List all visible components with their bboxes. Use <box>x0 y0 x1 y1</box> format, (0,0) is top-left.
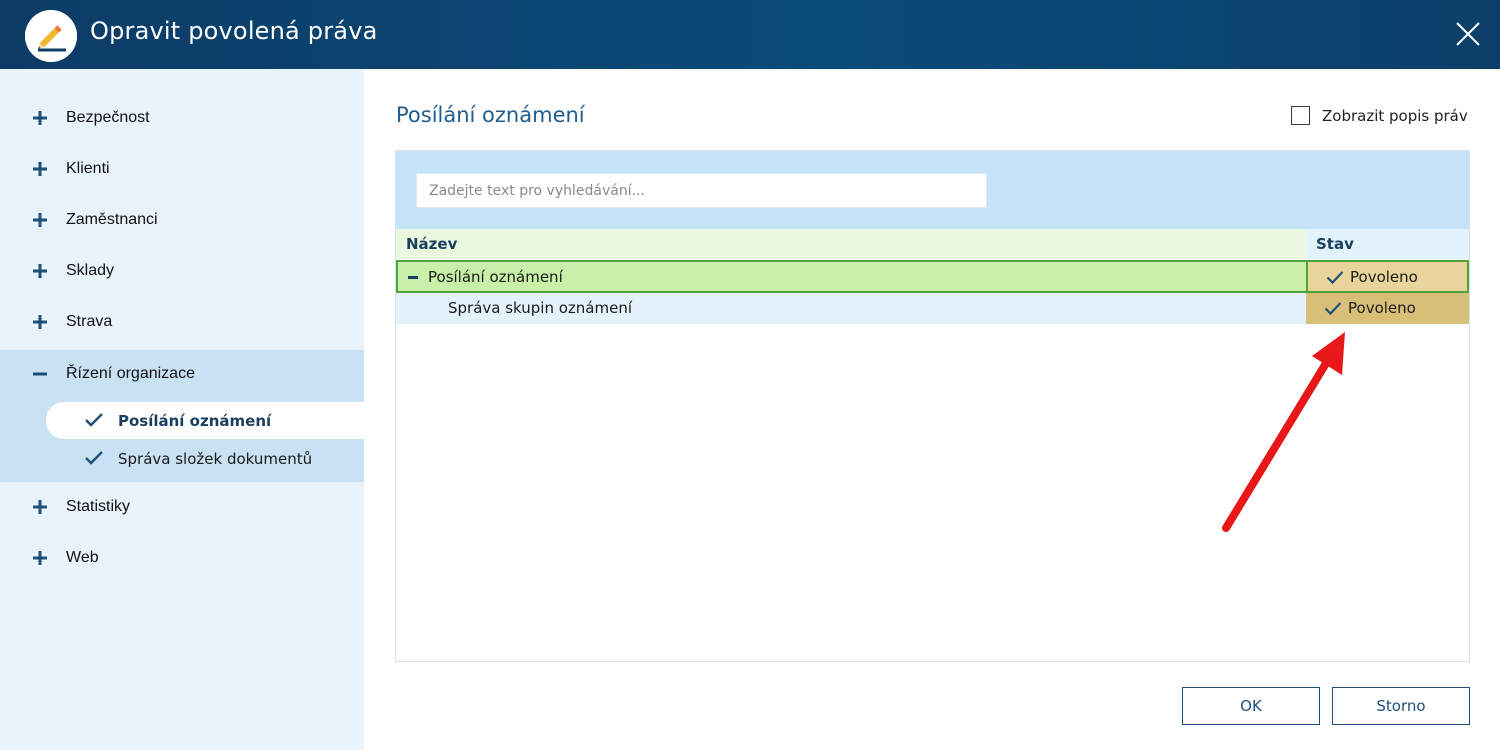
sidebar-item-label: Web <box>66 549 99 566</box>
plus-icon <box>33 551 47 565</box>
rights-grid: Název Stav Posílání oznámení Povoleno Sp… <box>395 150 1470 662</box>
sidebar-item-label: Klienti <box>66 160 110 177</box>
ok-button[interactable]: OK <box>1182 687 1320 725</box>
plus-icon <box>33 315 47 329</box>
sidebar: Bezpečnost Klienti Zaměstnanci Sklady St… <box>0 69 364 750</box>
sidebar-subitem-posilani-oznameni[interactable]: Posílání oznámení <box>46 402 364 439</box>
checkmark-icon <box>1326 271 1344 285</box>
pencil-icon <box>25 10 77 62</box>
column-header-label: Stav <box>1316 235 1354 253</box>
sidebar-item-label: Sklady <box>66 262 115 279</box>
close-icon[interactable] <box>1448 14 1488 54</box>
sidebar-item-label: Řízení organizace <box>66 365 195 382</box>
cancel-button[interactable]: Storno <box>1332 687 1470 725</box>
plus-icon <box>33 264 47 278</box>
column-header-label: Název <box>406 235 458 253</box>
checkmark-icon <box>85 413 103 427</box>
plus-icon <box>33 213 47 227</box>
title-bar: Opravit povolená práva <box>0 0 1500 69</box>
sidebar-item-bezpecnost[interactable]: Bezpečnost <box>0 94 364 145</box>
sidebar-item-label: Strava <box>66 313 113 330</box>
table-row[interactable]: Posílání oznámení Povoleno <box>396 260 1469 293</box>
row-name: Posílání oznámení <box>428 268 563 286</box>
sidebar-item-label: Statistiky <box>66 498 131 515</box>
table-row[interactable]: Správa skupin oznámení Povoleno <box>396 293 1469 324</box>
show-description-checkbox[interactable] <box>1291 106 1310 125</box>
sidebar-item-statistiky[interactable]: Statistiky <box>0 483 364 534</box>
column-header-name[interactable]: Název <box>396 229 1306 259</box>
checkmark-icon <box>1324 302 1342 316</box>
minus-icon <box>33 372 47 376</box>
sidebar-item-web[interactable]: Web <box>0 534 364 585</box>
status-text: Povoleno <box>1350 268 1418 286</box>
row-name: Správa skupin oznámení <box>448 299 633 317</box>
sidebar-item-strava[interactable]: Strava <box>0 298 364 349</box>
show-description-label[interactable]: Zobrazit popis práv <box>1322 107 1468 125</box>
sidebar-subitem-sprava-slozek[interactable]: Správa složek dokumentů <box>46 440 364 477</box>
checkmark-icon <box>85 451 103 465</box>
name-cell: Posílání oznámení <box>396 260 1306 293</box>
search-band <box>396 151 1469 229</box>
minus-icon[interactable] <box>408 276 418 279</box>
sidebar-item-rizeni-organizace[interactable]: Řízení organizace <box>0 350 364 401</box>
plus-icon <box>33 111 47 125</box>
sidebar-item-label: Bezpečnost <box>66 109 150 126</box>
name-cell: Správa skupin oznámení <box>396 293 1306 324</box>
column-header-status[interactable]: Stav <box>1306 229 1469 259</box>
sidebar-item-zamestnanci[interactable]: Zaměstnanci <box>0 196 364 247</box>
status-cell[interactable]: Povoleno <box>1306 293 1469 324</box>
plus-icon <box>33 162 47 176</box>
status-text: Povoleno <box>1348 299 1416 317</box>
search-input[interactable] <box>416 173 987 208</box>
page-title: Posílání oznámení <box>396 103 585 127</box>
sidebar-item-klienti[interactable]: Klienti <box>0 145 364 196</box>
window-title: Opravit povolená práva <box>90 17 378 45</box>
sidebar-subitem-label: Posílání oznámení <box>118 412 272 430</box>
status-cell[interactable]: Povoleno <box>1306 260 1469 293</box>
sidebar-item-label: Zaměstnanci <box>66 211 158 228</box>
sidebar-subitem-label: Správa složek dokumentů <box>118 450 313 468</box>
plus-icon <box>33 500 47 514</box>
sidebar-item-sklady[interactable]: Sklady <box>0 247 364 298</box>
